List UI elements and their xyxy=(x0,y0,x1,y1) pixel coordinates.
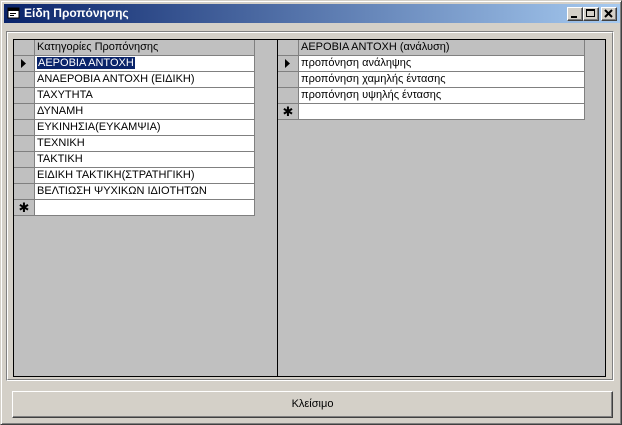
analysis-grid[interactable]: ΑΕΡΟΒΙΑ ΑΝΤΟΧΗ (ανάλυση) προπόνηση ανάλη… xyxy=(277,39,606,377)
new-record-row[interactable]: ✱ xyxy=(278,104,605,120)
table-cell[interactable] xyxy=(35,200,255,216)
row-selector[interactable] xyxy=(278,56,299,72)
grid-header-row: ΑΕΡΟΒΙΑ ΑΝΤΟΧΗ (ανάλυση) xyxy=(278,40,605,56)
table-cell[interactable]: ΕΙΔΙΚΗ ΤΑΚΤΙΚΗ(ΣΤΡΑΤΗΓΙΚΗ) xyxy=(35,168,255,184)
table-row[interactable]: προπόνηση υψηλής έντασης xyxy=(278,88,605,104)
table-cell[interactable]: ΕΥΚΙΝΗΣΙΑ(ΕΥΚΑΜΨΙΑ) xyxy=(35,120,255,136)
new-record-row[interactable]: ✱ xyxy=(14,200,278,216)
row-selector[interactable] xyxy=(14,136,35,152)
table-row[interactable]: ΑΕΡΟΒΙΑ ΑΝΤΟΧΗ xyxy=(14,56,278,72)
row-selector[interactable] xyxy=(14,56,35,72)
table-row[interactable]: προπόνηση χαμηλής έντασης xyxy=(278,72,605,88)
row-selector[interactable] xyxy=(14,168,35,184)
row-selector[interactable]: ✱ xyxy=(14,200,35,216)
table-row[interactable]: ΤΕΧΝΙΚΗ xyxy=(14,136,278,152)
form-icon xyxy=(7,7,20,19)
title-bar[interactable]: Είδη Προπόνησης xyxy=(4,4,620,23)
minimize-button[interactable] xyxy=(567,7,583,21)
table-row[interactable]: ΔΥΝΑΜΗ xyxy=(14,104,278,120)
maximize-icon xyxy=(586,9,595,17)
table-cell[interactable]: ΤΑΧΥΤΗΤΑ xyxy=(35,88,255,104)
table-cell[interactable]: ΤΑΚΤΙΚΗ xyxy=(35,152,255,168)
table-row[interactable]: ΑΝΑΕΡΟΒΙΑ ΑΝΤΟΧΗ (ΕΙΔΙΚΗ) xyxy=(14,72,278,88)
row-selector[interactable] xyxy=(278,72,299,88)
maximize-button[interactable] xyxy=(583,7,599,21)
row-selector[interactable] xyxy=(14,184,35,200)
table-cell[interactable]: ΒΕΛΤΙΩΣΗ ΨΥΧΙΚΩΝ ΙΔΙΟΤΗΤΩΝ xyxy=(35,184,255,200)
row-selector[interactable] xyxy=(14,152,35,168)
close-window-button[interactable] xyxy=(601,7,617,21)
table-cell[interactable]: προπόνηση χαμηλής έντασης xyxy=(299,72,585,88)
row-selector[interactable] xyxy=(14,104,35,120)
current-record-icon xyxy=(21,59,26,68)
row-selector[interactable] xyxy=(14,88,35,104)
close-icon xyxy=(604,9,613,18)
window-title: Είδη Προπόνησης xyxy=(24,6,129,20)
table-row[interactable]: ΕΙΔΙΚΗ ΤΑΚΤΙΚΗ(ΣΤΡΑΤΗΓΙΚΗ) xyxy=(14,168,278,184)
current-record-icon xyxy=(285,59,290,68)
table-row[interactable]: ΒΕΛΤΙΩΣΗ ΨΥΧΙΚΩΝ ΙΔΙΟΤΗΤΩΝ xyxy=(14,184,278,200)
table-cell[interactable]: ΑΝΑΕΡΟΒΙΑ ΑΝΤΟΧΗ (ΕΙΔΙΚΗ) xyxy=(35,72,255,88)
table-cell[interactable]: προπόνηση ανάληψης xyxy=(299,56,585,72)
table-row[interactable]: ΕΥΚΙΝΗΣΙΑ(ΕΥΚΑΜΨΙΑ) xyxy=(14,120,278,136)
column-header-categories[interactable]: Κατηγορίες Προπόνησης xyxy=(35,40,255,56)
column-header-analysis[interactable]: ΑΕΡΟΒΙΑ ΑΝΤΟΧΗ (ανάλυση) xyxy=(299,40,585,56)
row-selector[interactable]: ✱ xyxy=(278,104,299,120)
row-selector[interactable] xyxy=(14,120,35,136)
table-cell[interactable]: ΔΥΝΑΜΗ xyxy=(35,104,255,120)
close-button[interactable]: Κλείσιμο xyxy=(12,391,613,418)
new-record-icon: ✱ xyxy=(18,200,30,215)
table-cell[interactable] xyxy=(299,104,585,120)
table-cell[interactable]: προπόνηση υψηλής έντασης xyxy=(299,88,585,104)
table-cell[interactable]: ΤΕΧΝΙΚΗ xyxy=(35,136,255,152)
table-row[interactable]: ΤΑΧΥΤΗΤΑ xyxy=(14,88,278,104)
table-cell[interactable]: ΑΕΡΟΒΙΑ ΑΝΤΟΧΗ xyxy=(35,56,255,72)
new-record-icon: ✱ xyxy=(282,104,294,119)
row-selector[interactable] xyxy=(278,88,299,104)
window: Είδη Προπόνησης Κατηγορίες Προπόνησης ΑΕ… xyxy=(0,0,622,425)
grid-header-row: Κατηγορίες Προπόνησης xyxy=(14,40,278,56)
categories-grid[interactable]: Κατηγορίες Προπόνησης ΑΕΡΟΒΙΑ ΑΝΤΟΧΗ ΑΝΑ… xyxy=(13,39,279,377)
table-row[interactable]: ΤΑΚΤΙΚΗ xyxy=(14,152,278,168)
row-selector[interactable] xyxy=(14,72,35,88)
minimize-icon xyxy=(571,16,577,18)
table-row[interactable]: προπόνηση ανάληψης xyxy=(278,56,605,72)
selected-cell-text: ΑΕΡΟΒΙΑ ΑΝΤΟΧΗ xyxy=(37,57,135,69)
